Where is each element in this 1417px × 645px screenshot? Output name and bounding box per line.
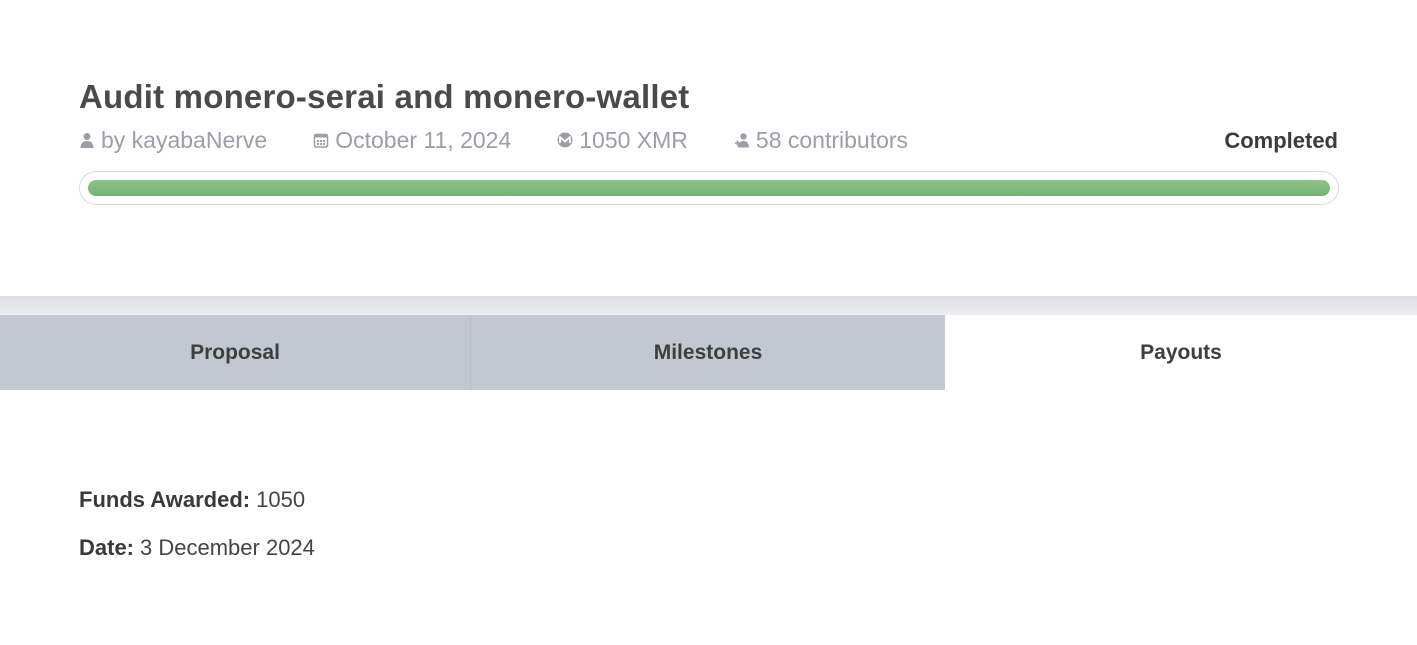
author-info: by kayabaNerve <box>79 127 267 154</box>
status-badge: Completed <box>1224 128 1338 153</box>
users-icon <box>734 132 750 148</box>
tab-proposal[interactable]: Proposal <box>0 315 471 390</box>
contributors-info: 58 contributors <box>734 127 908 154</box>
funds-awarded-label: Funds Awarded: <box>79 487 251 512</box>
payouts-panel: Funds Awarded: 1050 Date: 3 December 202… <box>79 486 315 582</box>
funds-awarded-value: 1050 <box>256 487 306 512</box>
tab-payouts[interactable]: Payouts <box>945 315 1417 390</box>
author-text: by kayabaNerve <box>101 126 268 153</box>
funding-progress-bar <box>79 171 1339 205</box>
date-info: October 11, 2024 <box>313 127 511 154</box>
monero-icon <box>557 132 573 148</box>
user-icon <box>79 132 95 148</box>
progress-fill <box>88 180 1330 196</box>
calendar-icon <box>313 132 329 148</box>
proposal-meta: by kayabaNerve October 11, 2024 1050 XMR… <box>79 126 908 154</box>
proposal-header: Audit monero-serai and monero-wallet by … <box>0 0 1417 296</box>
amount-info: 1050 XMR <box>557 127 688 154</box>
amount-text: 1050 XMR <box>579 126 688 153</box>
payout-date-row: Date: 3 December 2024 <box>79 534 315 562</box>
contributors-text: 58 contributors <box>755 126 909 153</box>
tab-milestones[interactable]: Milestones <box>471 315 945 390</box>
funds-awarded-row: Funds Awarded: 1050 <box>79 486 315 514</box>
tab-bar: Proposal Milestones Payouts <box>0 315 1417 390</box>
payout-date-label: Date: <box>79 535 135 560</box>
date-text: October 11, 2024 <box>335 126 512 153</box>
section-divider <box>0 296 1417 315</box>
payout-date-value: 3 December 2024 <box>140 535 315 560</box>
page-title: Audit monero-serai and monero-wallet <box>79 78 690 115</box>
